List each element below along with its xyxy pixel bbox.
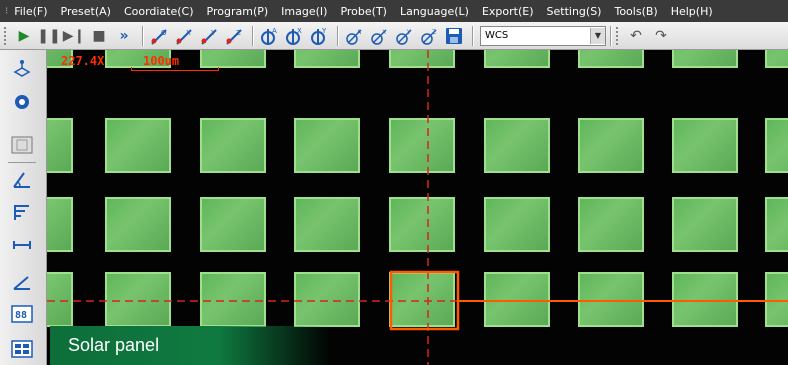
svg-text:Y: Y — [321, 27, 327, 35]
image-frame-icon[interactable] — [10, 133, 34, 157]
caption-text: Solar panel — [68, 335, 160, 355]
menu-file[interactable]: File(F) — [14, 5, 47, 18]
magnification-label: 227.4X — [61, 54, 105, 68]
svg-text:Y: Y — [210, 29, 216, 37]
toolbar-separator — [142, 25, 144, 46]
left-toolbar: 88 — [0, 50, 47, 365]
redo-icon[interactable]: ↷ — [650, 25, 672, 47]
parallel-lines-icon[interactable] — [10, 200, 34, 224]
svg-text:Y: Y — [406, 29, 411, 36]
toolbar-separator — [472, 25, 474, 46]
probe-origin-icon[interactable]: O — [148, 25, 170, 47]
menu-setting[interactable]: Setting(S) — [547, 5, 602, 18]
grid-view-icon[interactable] — [10, 337, 34, 361]
menu-probe[interactable]: Probe(T) — [340, 5, 387, 18]
toolbar-grip-icon — [616, 26, 621, 45]
toolbar-separator — [252, 25, 254, 46]
svg-text:Z: Z — [432, 29, 436, 36]
menu-language[interactable]: Language(L) — [400, 5, 469, 18]
menu-grip-icon: ⁝ — [5, 5, 9, 17]
light-icon[interactable] — [10, 90, 34, 114]
scale-bar-label: 100um — [143, 54, 180, 68]
probe-y-icon[interactable]: Y — [198, 25, 220, 47]
menu-help[interactable]: Help(H) — [671, 5, 713, 18]
angle-icon[interactable] — [10, 270, 34, 294]
probe2-a-icon[interactable]: A — [343, 25, 365, 47]
stage-icon[interactable] — [10, 56, 34, 80]
camera-image-view[interactable]: 227.4X 100um — [47, 50, 788, 365]
svg-text:O: O — [161, 29, 167, 37]
step-icon[interactable]: ▶❙ — [63, 25, 86, 47]
svg-text:X: X — [382, 29, 386, 36]
menu-bar: ⁝ File(F) Preset(A) Coordiate(C) Program… — [0, 0, 788, 22]
menu-image[interactable]: Image(I) — [281, 5, 327, 18]
menu-coordinate[interactable]: Coordiate(C) — [124, 5, 194, 18]
coordinate-system-value: WCS — [485, 30, 509, 41]
toolbar-separator — [610, 25, 612, 46]
coordinate-system-select[interactable]: WCS ▼ — [480, 25, 606, 46]
pause-icon[interactable]: ❚❚ — [37, 25, 60, 47]
svg-text:A: A — [357, 29, 362, 36]
probe2-y-icon[interactable]: Y — [393, 25, 415, 47]
menu-program[interactable]: Program(P) — [207, 5, 269, 18]
fast-forward-icon[interactable]: » — [113, 25, 135, 47]
play-icon[interactable]: ▶ — [13, 25, 35, 47]
svg-text:X: X — [297, 27, 302, 35]
grid-8x8-icon[interactable]: 88 — [10, 302, 34, 326]
probe-z-icon[interactable]: Z — [223, 25, 245, 47]
svg-text:A: A — [272, 27, 277, 35]
probe2-x-icon[interactable]: X — [368, 25, 390, 47]
main-toolbar: ▶ ❚❚ ▶❙ ■ » O X Y Z A X Y A X Y Z WCS ▼ — [0, 22, 788, 50]
svg-text:88: 88 — [15, 310, 27, 321]
rotate-y-icon[interactable]: Y — [308, 25, 330, 47]
toolbar-separator — [337, 25, 339, 46]
probe2-z-icon[interactable]: Z — [418, 25, 440, 47]
svg-text:X: X — [186, 29, 191, 37]
save-icon[interactable] — [443, 25, 465, 47]
caption-banner: Solar panel — [50, 326, 330, 365]
menu-export[interactable]: Export(E) — [482, 5, 534, 18]
stop-icon[interactable]: ■ — [88, 25, 110, 47]
probe-x-icon[interactable]: X — [173, 25, 195, 47]
undo-icon[interactable]: ↶ — [625, 25, 647, 47]
scale-bar — [131, 67, 219, 71]
distance-icon[interactable] — [10, 233, 34, 257]
chevron-down-icon[interactable]: ▼ — [590, 27, 605, 44]
toolbar-grip-icon — [4, 26, 9, 45]
menu-tools[interactable]: Tools(B) — [614, 5, 657, 18]
rotate-a-icon[interactable]: A — [258, 25, 280, 47]
rotate-x-icon[interactable]: X — [283, 25, 305, 47]
angle-measure-icon[interactable] — [10, 168, 34, 192]
menu-preset[interactable]: Preset(A) — [61, 5, 111, 18]
left-toolbar-separator — [8, 162, 36, 163]
svg-text:Z: Z — [236, 29, 241, 37]
measurement-overlay — [47, 50, 788, 365]
